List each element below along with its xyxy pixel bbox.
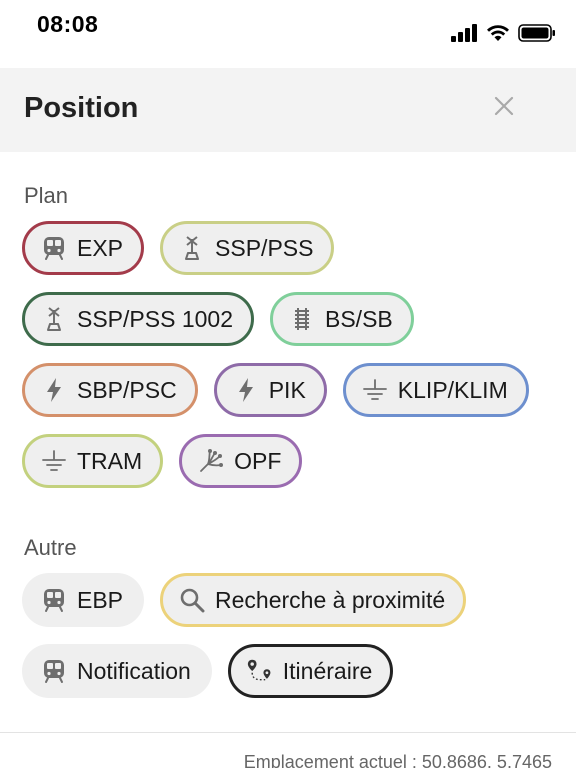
- chip-itineraire[interactable]: Itinéraire: [227, 644, 394, 698]
- signal-icon: [451, 24, 477, 42]
- chip-pik[interactable]: PIK: [213, 363, 327, 417]
- page-title: Position: [24, 92, 139, 124]
- fiber-icon: [198, 448, 224, 474]
- lightning-icon: [41, 377, 67, 403]
- chip-row: EXP SSP/PSS: [22, 221, 335, 275]
- chip-klip-klim[interactable]: KLIP/KLIM: [342, 363, 529, 417]
- chip-opf[interactable]: OPF: [179, 434, 303, 488]
- ground-icon: [41, 448, 67, 474]
- chip-label: PIK: [268, 376, 306, 403]
- chip-row: SBP/PSC PIK KLIP/KLIM: [22, 363, 529, 417]
- chip-row: SSP/PSS 1002 BS/SB: [22, 292, 414, 346]
- header: Position: [0, 68, 576, 152]
- substation-icon: [41, 306, 67, 332]
- wifi-icon: [487, 25, 509, 41]
- chip-exp[interactable]: EXP: [22, 221, 145, 275]
- track-icon: [289, 306, 315, 332]
- chip-label: SSP/PSS: [215, 234, 314, 261]
- chip-row: Notification Itinéraire: [22, 644, 394, 698]
- section-title-autre: Autre: [24, 535, 77, 560]
- chip-label: Notification: [77, 657, 191, 684]
- battery-icon: [518, 24, 555, 42]
- search-icon: [179, 587, 205, 613]
- chip-notification[interactable]: Notification: [22, 644, 212, 698]
- chip-label: EXP: [77, 234, 124, 261]
- chip-label: Itinéraire: [282, 657, 373, 684]
- lightning-icon: [233, 377, 259, 403]
- chip-label: BS/SB: [325, 305, 393, 332]
- chip-label: EBP: [77, 586, 124, 613]
- status-bar: 08:08: [0, 0, 576, 68]
- chip-ssp-pss[interactable]: SSP/PSS: [160, 221, 335, 275]
- chip-recherche-proximite[interactable]: Recherche à proximité: [160, 573, 467, 627]
- chip-ebp[interactable]: EBP: [22, 573, 145, 627]
- current-location-text: Emplacement actuel : 50.8686, 5.7465: [243, 752, 552, 768]
- route-icon: [247, 658, 273, 684]
- chip-bs-sb[interactable]: BS/SB: [270, 292, 414, 346]
- chip-label: KLIP/KLIM: [397, 376, 508, 403]
- chip-row: TRAM OPF: [22, 434, 303, 488]
- section-title-plan: Plan: [24, 183, 69, 208]
- chip-label: SSP/PSS 1002: [77, 305, 233, 332]
- chip-label: Recherche à proximité: [215, 586, 446, 613]
- ground-icon: [362, 377, 388, 403]
- status-icons: [451, 24, 556, 42]
- chip-row: EBP Recherche à proximité: [22, 573, 467, 627]
- train-icon: [41, 658, 67, 684]
- chip-label: OPF: [234, 447, 282, 474]
- substation-icon: [179, 235, 205, 261]
- chip-sbp-psc[interactable]: SBP/PSC: [22, 363, 198, 417]
- train-icon: [41, 587, 67, 613]
- status-time: 08:08: [37, 11, 99, 37]
- chip-tram[interactable]: TRAM: [22, 434, 164, 488]
- divider: [0, 732, 576, 733]
- chip-label: TRAM: [77, 447, 143, 474]
- train-icon: [41, 235, 67, 261]
- chip-ssp-pss-1002[interactable]: SSP/PSS 1002: [22, 292, 254, 346]
- close-icon[interactable]: [492, 94, 516, 118]
- chip-label: SBP/PSC: [77, 376, 177, 403]
